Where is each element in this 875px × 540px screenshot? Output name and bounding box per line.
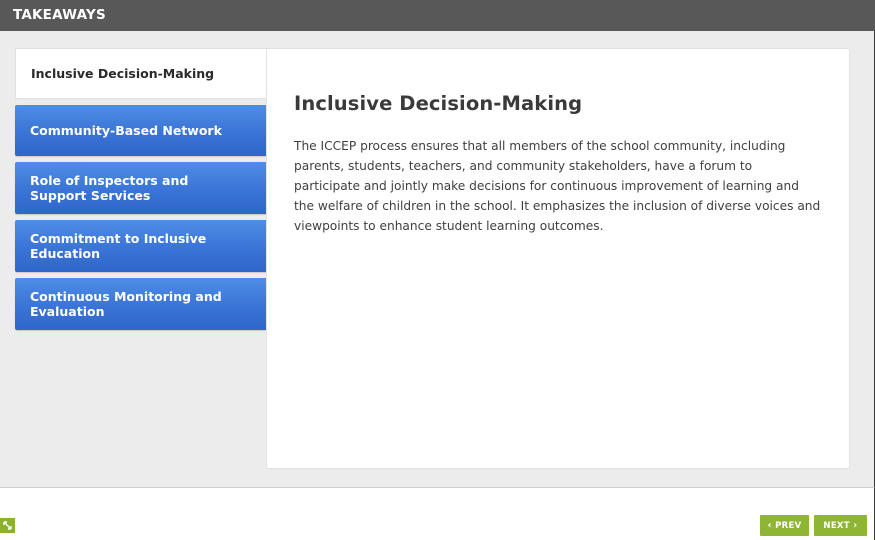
tab-continuous-monitoring[interactable]: Continuous Monitoring and Evaluation [15,278,266,330]
resize-icon-graphic [3,521,12,530]
chevron-left-icon: ‹ [767,520,772,531]
takeaways-panel: Inclusive Decision-Making Community-Base… [0,31,875,488]
tab-inclusive-decision-making[interactable]: Inclusive Decision-Making [15,48,270,99]
tab-label: Inclusive Decision-Making [31,66,215,81]
content-body: The ICCEP process ensures that all membe… [294,139,821,233]
tab-community-based-network[interactable]: Community-Based Network [15,105,266,156]
next-button[interactable]: NEXT › [814,515,867,536]
tab-role-of-inspectors[interactable]: Role of Inspectors and Support Services [15,162,266,214]
page-title: TAKEAWAYS [0,0,875,31]
tab-list: Inclusive Decision-Making Community-Base… [15,48,270,336]
prev-button[interactable]: ‹ PREV [760,515,809,536]
chevron-right-icon: › [853,520,858,531]
next-label: NEXT [823,521,850,531]
tab-label: Community-Based Network [30,123,222,138]
content-title: Inclusive Decision-Making [294,92,583,115]
prev-label: PREV [775,521,802,531]
tab-label: Continuous Monitoring and Evaluation [30,289,222,319]
tab-label: Role of Inspectors and Support Services [30,173,189,203]
resize-icon[interactable] [0,518,15,533]
tab-label: Commitment to Inclusive Education [30,231,207,261]
footer-bar: ‹ PREV NEXT › [0,488,875,540]
header-title: TAKEAWAYS [13,7,106,23]
tab-content-panel: Inclusive Decision-Making The ICCEP proc… [266,48,850,469]
tab-commitment-to-inclusive-education[interactable]: Commitment to Inclusive Education [15,220,266,272]
